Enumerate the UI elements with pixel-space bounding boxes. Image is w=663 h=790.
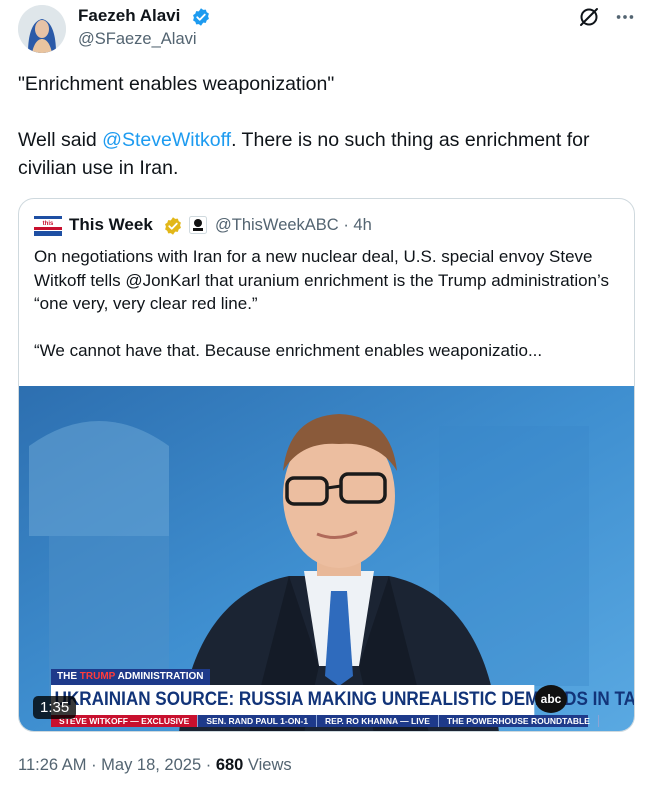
quote-time[interactable]: · 4h — [343, 216, 371, 234]
ticker-label-prefix: THE — [57, 671, 77, 682]
mention-link[interactable]: @SteveWitkoff — [102, 129, 231, 151]
ticker-label-suffix: ADMINISTRATION — [117, 671, 204, 682]
quote-paragraph-1: On negotiations with Iran for a new nucl… — [34, 247, 610, 313]
ticker-label-highlight: TRUMP — [79, 671, 116, 682]
tweet-timestamp[interactable]: 11:26 AM · May 18, 2025 · — [18, 756, 216, 774]
this-week-logo-icon: this — [34, 214, 62, 238]
abc-logo: abc — [535, 685, 567, 713]
ticker-item: SEN. RAND PAUL 1-ON-1 — [198, 715, 318, 727]
video-player[interactable]: THE TRUMP ADMINISTRATION UKRAINIAN SOURC… — [19, 386, 634, 731]
quote-paragraph-2: “We cannot have that. Because enrichment… — [34, 341, 543, 360]
quote-handle[interactable]: @ThisWeekABC — [215, 216, 339, 234]
video-duration-badge: 1:35 — [33, 696, 77, 719]
avatar-image — [18, 5, 66, 53]
tweet-text: "Enrichment enables weaponization" Well … — [18, 70, 648, 182]
ticker-label: THE TRUMP ADMINISTRATION — [51, 669, 210, 685]
views-count: 680 — [215, 756, 244, 774]
ticker-item: REP. RO KHANNA — LIVE — [317, 715, 439, 727]
author-avatar[interactable] — [18, 5, 66, 53]
grok-icon[interactable] — [577, 5, 601, 29]
tweet-meta: 11:26 AM · May 18, 2025 · 680 Views — [18, 756, 292, 775]
quote-author-name[interactable]: This Week — [69, 215, 153, 235]
verified-org-badge-icon — [165, 217, 181, 235]
author-name[interactable]: Faezeh Alavi — [78, 6, 180, 26]
quote-text: On negotiations with Iran for a new nucl… — [34, 245, 624, 363]
affiliate-badge-icon — [189, 216, 207, 234]
tweet-prefix: Well said — [18, 129, 103, 151]
ticker-bottom-bar: STEVE WITKOFF — EXCLUSIVE SEN. RAND PAUL… — [51, 715, 599, 727]
author-handle[interactable]: @SFaeze_Alavi — [78, 30, 197, 49]
views-label: Views — [243, 756, 292, 774]
tweet-quote-line: "Enrichment enables weaponization" — [18, 73, 335, 95]
quote-handle-time: @ThisWeekABC · 4h — [215, 216, 372, 235]
svg-text:this: this — [43, 221, 54, 227]
ticker-headline: UKRAINIAN SOURCE: RUSSIA MAKING UNREALIS… — [51, 685, 634, 715]
quoted-tweet-card[interactable]: this This Week @ThisWeekABC · 4h On nego… — [18, 198, 635, 732]
tweet-body-line: Well said @SteveWitkoff. There is no suc… — [18, 126, 648, 182]
more-horizontal-icon[interactable] — [614, 8, 636, 26]
ticker-item: THE POWERHOUSE ROUNDTABLE — [439, 715, 599, 727]
verified-badge-icon — [193, 8, 209, 26]
